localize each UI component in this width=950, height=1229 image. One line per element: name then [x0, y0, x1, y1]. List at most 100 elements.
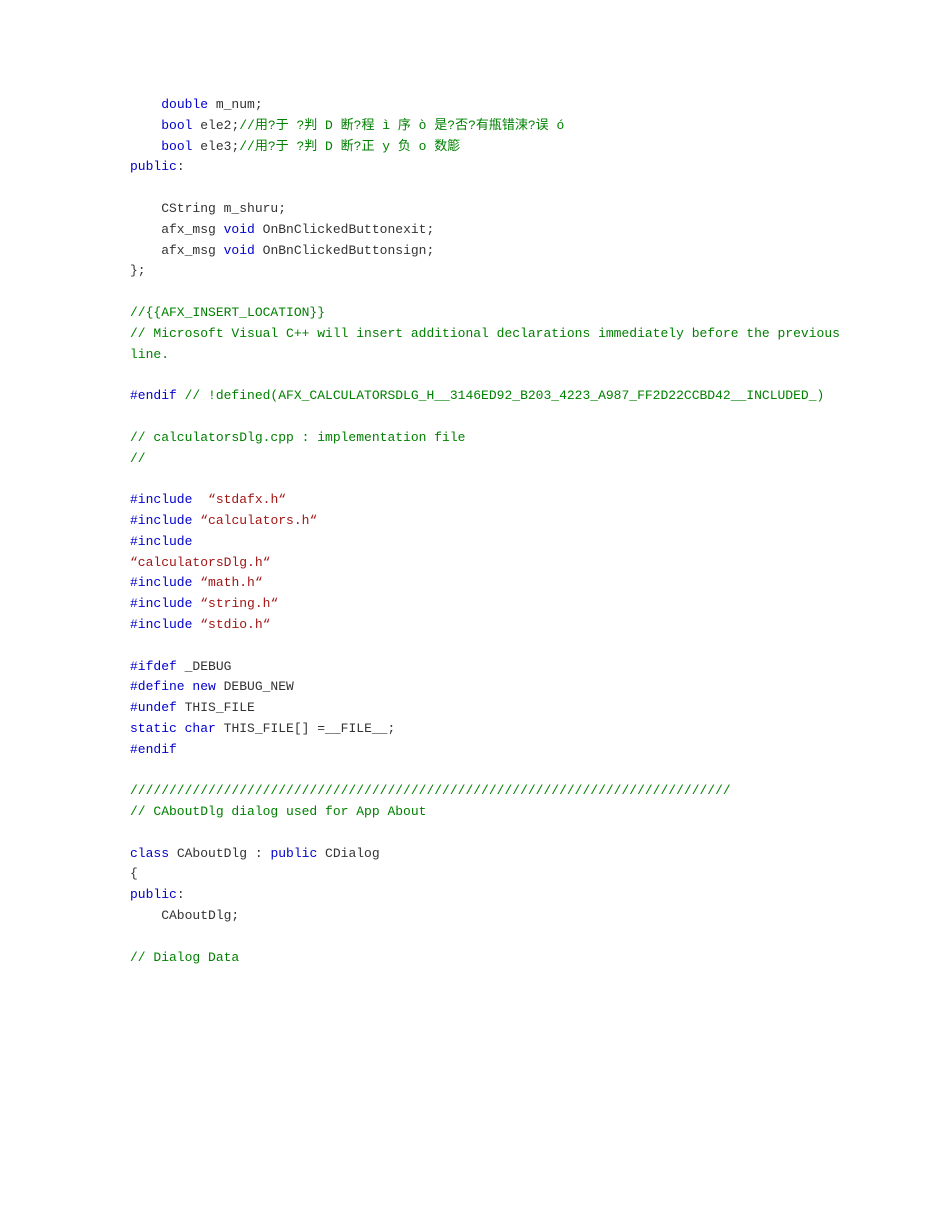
keyword-token: char: [185, 721, 216, 736]
keyword-token: #endif: [130, 388, 185, 403]
keyword-token: #include: [130, 575, 192, 590]
code-line: //: [130, 449, 850, 470]
text-token: _DEBUG: [177, 659, 232, 674]
code-line: [130, 407, 850, 428]
code-line: #undef THIS_FILE: [130, 698, 850, 719]
code-line: ////////////////////////////////////////…: [130, 781, 850, 802]
string-token: “calculatorsDlg.h“: [130, 555, 270, 570]
comment-token: // Microsoft Visual C++ will insert addi…: [130, 326, 848, 362]
keyword-token: new: [192, 679, 215, 694]
comment-token: // calculatorsDlg.cpp : implementation f…: [130, 430, 465, 445]
text-token: };: [130, 263, 146, 278]
comment-token: // CAboutDlg dialog used for App About: [130, 804, 426, 819]
text-token: CString m_shuru;: [130, 201, 286, 216]
text-token: [130, 139, 161, 154]
code-line: #include “string.h“: [130, 594, 850, 615]
text-token: [130, 825, 138, 840]
keyword-token: bool: [161, 118, 192, 133]
comment-token: // !defined(AFX_CALCULATORSDLG_H__3146ED…: [185, 388, 825, 403]
code-line: afx_msg void OnBnClickedButtonexit;: [130, 220, 850, 241]
text-token: DEBUG_NEW: [216, 679, 294, 694]
text-token: ele3;: [192, 139, 239, 154]
string-token: “string.h“: [200, 596, 278, 611]
keyword-token: static: [130, 721, 177, 736]
text-token: THIS_FILE[] =__FILE__;: [216, 721, 395, 736]
text-token: [192, 492, 208, 507]
keyword-token: bool: [161, 139, 192, 154]
code-line: afx_msg void OnBnClickedButtonsign;: [130, 241, 850, 262]
code-line: bool ele2;//用?于 ?判 D 断?程 ì 序 ò 是?否?有甁错涑?…: [130, 116, 850, 137]
keyword-token: void: [224, 222, 255, 237]
code-line: #ifdef _DEBUG: [130, 657, 850, 678]
text-token: [130, 180, 138, 195]
code-line: CAboutDlg;: [130, 906, 850, 927]
code-line: #include “calculators.h“: [130, 511, 850, 532]
code-line: [130, 469, 850, 490]
text-token: ele2;: [192, 118, 239, 133]
code-line: #include “math.h“: [130, 573, 850, 594]
keyword-token: public: [130, 887, 177, 902]
string-token: “calculators.h“: [200, 513, 317, 528]
text-token: m_num;: [208, 97, 263, 112]
text-token: :: [177, 887, 185, 902]
code-line: [130, 178, 850, 199]
string-token: “stdio.h“: [200, 617, 270, 632]
text-token: [130, 638, 138, 653]
code-line: class CAboutDlg : public CDialog: [130, 844, 850, 865]
comment-token: //用?于 ?判 D 断?程 ì 序 ò 是?否?有甁错涑?误 ó: [239, 118, 564, 133]
keyword-token: double: [161, 97, 208, 112]
code-line: [130, 636, 850, 657]
keyword-token: #include: [130, 596, 192, 611]
comment-token: //: [130, 451, 146, 466]
text-token: OnBnClickedButtonsign;: [255, 243, 434, 258]
code-line: #define new DEBUG_NEW: [130, 677, 850, 698]
text-token: :: [177, 159, 185, 174]
keyword-token: #endif: [130, 742, 177, 757]
text-token: CAboutDlg :: [169, 846, 270, 861]
string-token: “stdafx.h“: [208, 492, 286, 507]
code-line: #include: [130, 532, 850, 553]
code-page: double m_num; bool ele2;//用?于 ?判 D 断?程 ì…: [0, 0, 950, 1229]
code-line: // CAboutDlg dialog used for App About: [130, 802, 850, 823]
text-token: [130, 118, 161, 133]
code-line: public:: [130, 885, 850, 906]
code-line: [130, 761, 850, 782]
text-token: [130, 284, 138, 299]
text-token: [130, 471, 138, 486]
code-line: public:: [130, 157, 850, 178]
code-line: #include “stdafx.h“: [130, 490, 850, 511]
code-line: // calculatorsDlg.cpp : implementation f…: [130, 428, 850, 449]
comment-token: //用?于 ?判 D 断?正 y 负 o 数簓: [239, 139, 460, 154]
keyword-token: void: [224, 243, 255, 258]
keyword-token: #include: [130, 513, 192, 528]
code-line: CString m_shuru;: [130, 199, 850, 220]
text-token: [177, 721, 185, 736]
comment-token: // Dialog Data: [130, 950, 239, 965]
code-line: bool ele3;//用?于 ?判 D 断?正 y 负 o 数簓: [130, 137, 850, 158]
keyword-token: public: [270, 846, 317, 861]
text-token: [130, 763, 138, 778]
code-line: #endif: [130, 740, 850, 761]
text-token: {: [130, 866, 138, 881]
text-token: THIS_FILE: [177, 700, 255, 715]
code-line: #endif // !defined(AFX_CALCULATORSDLG_H_…: [130, 386, 850, 407]
code-line: [130, 823, 850, 844]
code-line: double m_num;: [130, 95, 850, 116]
keyword-token: #include: [130, 492, 192, 507]
text-token: OnBnClickedButtonexit;: [255, 222, 434, 237]
code-line: “calculatorsDlg.h“: [130, 553, 850, 574]
text-token: [130, 409, 138, 424]
code-line: //{{AFX_INSERT_LOCATION}}: [130, 303, 850, 324]
text-token: CDialog: [317, 846, 379, 861]
text-token: [130, 929, 138, 944]
text-token: [130, 367, 138, 382]
code-line: static char THIS_FILE[] =__FILE__;: [130, 719, 850, 740]
text-token: afx_msg: [130, 222, 224, 237]
code-line: [130, 927, 850, 948]
keyword-token: class: [130, 846, 169, 861]
keyword-token: #ifdef: [130, 659, 177, 674]
code-line: // Microsoft Visual C++ will insert addi…: [130, 324, 850, 366]
text-token: [130, 97, 161, 112]
keyword-token: #include: [130, 617, 192, 632]
code-line: {: [130, 864, 850, 885]
